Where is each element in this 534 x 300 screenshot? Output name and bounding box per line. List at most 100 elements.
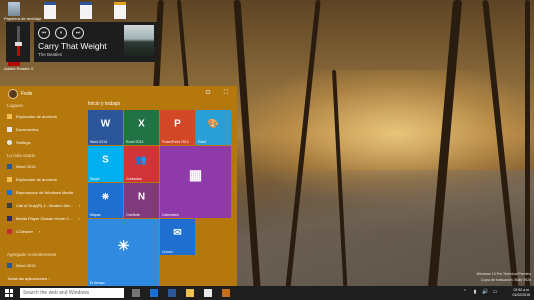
tile-powerpoint[interactable]: P PowerPoint 2013 bbox=[160, 110, 195, 145]
task-view-icon[interactable] bbox=[132, 289, 140, 297]
sun-icon: ☀ bbox=[117, 237, 130, 254]
search-placeholder: Search the web and Windows bbox=[23, 290, 90, 296]
start-item-label: Documentos bbox=[16, 127, 39, 132]
volume-icon[interactable]: 🔊 bbox=[482, 289, 488, 295]
tile-skype[interactable]: S Skype bbox=[88, 146, 123, 182]
start-item-word[interactable]: Word 2013 bbox=[7, 164, 36, 169]
section-most-used: Lo más usado bbox=[7, 153, 36, 158]
start-item-label: Reproductor de Windows Media bbox=[16, 190, 73, 195]
start-item-ccleaner[interactable]: CCleaner › bbox=[7, 229, 40, 234]
media-player-icon bbox=[7, 190, 12, 195]
gear-icon bbox=[7, 140, 12, 145]
folder-icon bbox=[7, 114, 12, 119]
tile-label: Paint bbox=[198, 140, 206, 144]
volume-slider-handle[interactable] bbox=[15, 42, 22, 46]
start-item-label: Settings bbox=[16, 140, 31, 145]
windows-logo-icon bbox=[9, 289, 13, 293]
chevron-right-icon[interactable]: › bbox=[78, 216, 79, 221]
windows-logo-icon bbox=[5, 293, 9, 297]
tile-paint[interactable]: 🎨 Paint bbox=[196, 110, 231, 145]
next-track-button[interactable]: ⏭ bbox=[72, 27, 84, 39]
media-taskbar-icon[interactable] bbox=[222, 289, 230, 297]
chevron-right-icon[interactable]: › bbox=[39, 229, 40, 234]
tile-maps[interactable]: ⛯ Mapas bbox=[88, 183, 123, 218]
desktop-icon-document[interactable] bbox=[76, 2, 96, 24]
pause-button[interactable]: ⏸ bbox=[55, 27, 67, 39]
tile-calendar[interactable]: ▦ Calendario bbox=[160, 146, 231, 218]
word-icon bbox=[7, 164, 12, 169]
onenote-icon: N bbox=[137, 191, 146, 203]
start-item-file-explorer[interactable]: Explorador de archivos bbox=[7, 177, 57, 182]
all-apps-label: Todas las aplicaciones ↓ bbox=[7, 276, 51, 281]
folder-icon bbox=[7, 177, 12, 182]
tile-label: OneNote bbox=[126, 213, 141, 217]
maps-icon: ⛯ bbox=[101, 191, 110, 202]
pause-icon: ⏸ bbox=[59, 30, 63, 36]
start-item-label: Explorador de archivos bbox=[16, 177, 57, 182]
section-recently-added: Agregado recientemente bbox=[7, 252, 57, 257]
start-item-media-player[interactable]: Reproductor de Windows Media bbox=[7, 190, 73, 195]
desktop-icon-document[interactable] bbox=[110, 2, 130, 24]
taskbar: Search the web and Windows ⌃ ▮ 🔊 ▭ 02:52… bbox=[0, 286, 534, 300]
tile-weather[interactable]: ☀ El tiempo bbox=[88, 219, 159, 286]
word-taskbar-icon[interactable] bbox=[168, 289, 176, 297]
expand-start-button[interactable]: ⛶ bbox=[222, 89, 230, 97]
search-box[interactable]: Search the web and Windows bbox=[20, 288, 124, 298]
start-item-label: Explorador de archivos bbox=[16, 114, 57, 119]
word-icon: W bbox=[100, 118, 111, 130]
tile-label: Mapas bbox=[90, 213, 101, 217]
tile-label: PowerPoint 2013 bbox=[162, 140, 189, 144]
game-icon bbox=[7, 203, 12, 208]
tile-mail[interactable]: ✉ Correo bbox=[160, 219, 195, 255]
power-icon: ⏻ bbox=[205, 90, 211, 96]
tile-group-title: Inicio y trabajo bbox=[88, 101, 121, 107]
start-menu: Fede Lugares Explorador de archivos Docu… bbox=[0, 86, 237, 286]
chevron-up-icon[interactable]: ⌃ bbox=[462, 289, 468, 295]
recycle-bin-icon bbox=[8, 2, 20, 16]
file-explorer-taskbar-icon[interactable] bbox=[186, 289, 194, 297]
start-item-settings[interactable]: Settings bbox=[7, 140, 30, 145]
start-item-media-player-classic[interactable]: Media Player Classic Home C... › bbox=[7, 216, 80, 221]
next-icon: ⏭ bbox=[75, 30, 81, 36]
previous-track-button[interactable]: ⏮ bbox=[38, 27, 50, 39]
start-item-file-explorer[interactable]: Explorador de archivos bbox=[7, 114, 57, 119]
paint-icon: 🎨 bbox=[207, 118, 220, 129]
tile-label: El tiempo bbox=[90, 281, 105, 285]
tile-contacts[interactable]: 👥 Contactos bbox=[124, 146, 159, 182]
tile-label: Skype bbox=[90, 177, 100, 181]
start-item-word-recent[interactable]: Word 2013 bbox=[7, 263, 36, 268]
power-button[interactable]: ⏻ bbox=[204, 89, 212, 97]
start-item-label: Call of Duty(R) 4 - Modern Wa... bbox=[16, 203, 73, 208]
windows-logo-icon bbox=[9, 293, 13, 297]
internet-explorer-icon[interactable] bbox=[150, 289, 158, 297]
chevron-right-icon[interactable]: › bbox=[79, 203, 80, 208]
network-icon[interactable]: ▮ bbox=[472, 289, 478, 295]
media-overlay: ⏮ ⏸ ⏭ Carry That Weight The Beatles bbox=[34, 22, 158, 62]
tile-onenote[interactable]: N OneNote bbox=[124, 183, 159, 218]
store-taskbar-icon[interactable] bbox=[204, 289, 212, 297]
tile-word[interactable]: W Word 2013 bbox=[88, 110, 123, 145]
media-player-classic-icon bbox=[7, 216, 12, 221]
start-item-label: Word 2013 bbox=[16, 164, 36, 169]
document-icon bbox=[44, 2, 56, 19]
avatar bbox=[8, 89, 18, 99]
song-artist: The Beatles bbox=[38, 52, 63, 57]
desktop-icon-recycle-bin[interactable]: Papelera de reciclaje bbox=[4, 2, 41, 24]
notifications-icon[interactable]: ▭ bbox=[492, 289, 498, 295]
start-button[interactable] bbox=[5, 289, 13, 297]
start-left-column: Fede Lugares Explorador de archivos Docu… bbox=[0, 86, 86, 286]
start-item-call-of-duty[interactable]: Call of Duty(R) 4 - Modern Wa... › bbox=[7, 203, 80, 208]
all-apps-button[interactable]: Todas las aplicaciones ↓ bbox=[7, 276, 50, 281]
desktop-icon-document[interactable] bbox=[40, 2, 60, 24]
tile-excel[interactable]: X Excel 2013 bbox=[124, 110, 159, 145]
desktop-icon-label: Adobe Reader X bbox=[4, 66, 34, 71]
user-name: Fede bbox=[21, 91, 33, 97]
date: 01/02/2015 bbox=[512, 293, 530, 297]
album-cover bbox=[124, 25, 154, 56]
start-item-documents[interactable]: Documentos bbox=[7, 127, 38, 132]
start-item-label: Word 2013 bbox=[16, 263, 36, 268]
tile-label: Excel 2013 bbox=[126, 140, 144, 144]
user-account[interactable]: Fede bbox=[8, 89, 32, 99]
volume-overlay bbox=[6, 22, 30, 62]
clock[interactable]: 02:52 a.m. 01/02/2015 bbox=[512, 288, 530, 298]
